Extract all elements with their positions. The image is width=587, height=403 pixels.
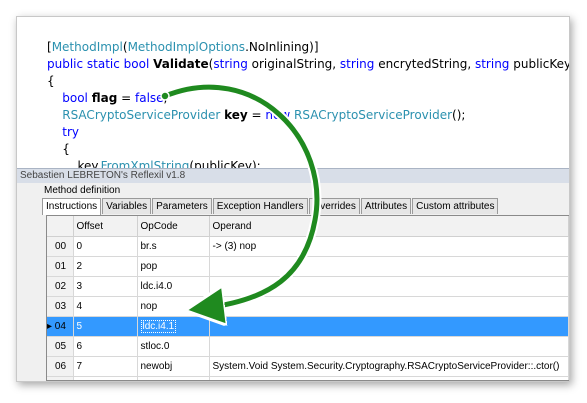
annotation-arrow (160, 82, 322, 403)
